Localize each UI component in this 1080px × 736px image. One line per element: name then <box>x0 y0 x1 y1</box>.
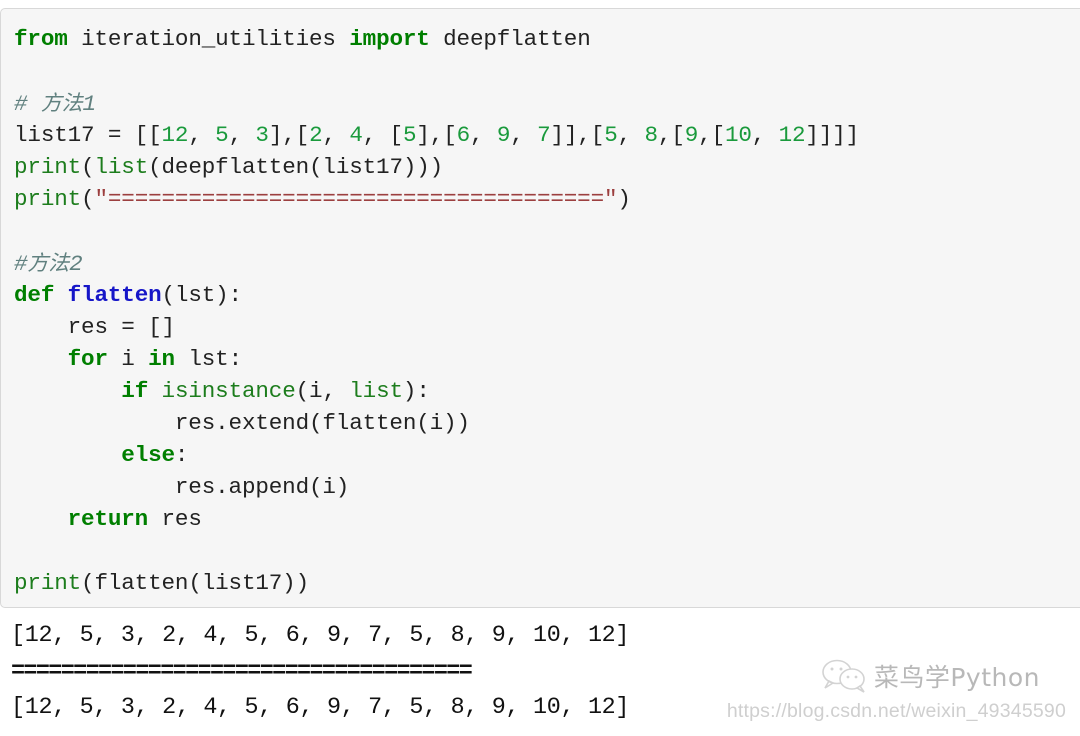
comment-text-cjk: 方法 <box>40 91 83 115</box>
code-line-6: print("=================================… <box>14 186 631 212</box>
code-line-17-blank <box>14 535 1080 567</box>
code-line-7-blank <box>14 215 1080 247</box>
output-line-3: [12, 5, 3, 2, 4, 5, 6, 9, 7, 5, 8, 9, 10… <box>11 695 630 721</box>
output-line-separator: ===================================== <box>11 659 473 685</box>
keyword-else: else <box>121 442 175 468</box>
code-line-16: return res <box>67 506 202 532</box>
code-line-12: if isinstance(i, list): <box>121 378 430 404</box>
output-area: [12, 5, 3, 2, 4, 5, 6, 9, 7, 5, 8, 9, 10… <box>0 612 1080 736</box>
keyword-in: in <box>148 346 175 372</box>
builtin-print: print <box>14 186 82 212</box>
builtin-list: list <box>349 378 403 404</box>
builtin-print: print <box>14 570 82 596</box>
code-line-5: print(list(deepflatten(list17))) <box>14 154 444 180</box>
keyword-from: from <box>14 26 68 52</box>
keyword-return: return <box>67 506 149 532</box>
string-literal-separator: "=====================================" <box>94 186 618 212</box>
output-line-1: [12, 5, 3, 2, 4, 5, 6, 9, 7, 5, 8, 9, 10… <box>11 623 630 649</box>
keyword-if: if <box>121 378 149 404</box>
keyword-def: def <box>14 282 55 308</box>
comment-number: 2 <box>69 251 83 277</box>
code-line-11: for i in lst: <box>67 346 242 372</box>
code-line-2-blank <box>14 55 1080 87</box>
code-line-13: res.extend(flatten(i)) <box>14 410 470 436</box>
comment-number: 1 <box>82 91 97 117</box>
code-block: from iteration_utilities import deepflat… <box>0 8 1080 608</box>
imported-name: deepflatten <box>443 26 591 52</box>
code-line-4: list17 = [[12, 5, 3],[2, 4, [5],[6, 9, 7… <box>14 122 860 148</box>
code-line-18: print(flatten(list17)) <box>14 570 309 596</box>
module-name: iteration_utilities <box>81 26 336 52</box>
keyword-import: import <box>349 26 430 52</box>
code-line-8: #方法2 <box>14 247 1080 279</box>
function-name-flatten: flatten <box>67 282 162 308</box>
code-line-3: # 方法1 <box>14 87 1080 119</box>
keyword-for: for <box>67 346 108 372</box>
comment-text-cjk: 方法 <box>27 251 70 275</box>
builtin-print: print <box>14 154 82 180</box>
code-line-9: def flatten(lst): <box>14 282 242 308</box>
comment-hash: # <box>14 251 28 277</box>
builtin-isinstance: isinstance <box>161 378 296 404</box>
code-line-10: res = [] <box>14 314 175 340</box>
code-line-15: res.append(i) <box>14 474 350 500</box>
builtin-list: list <box>94 154 149 180</box>
comment-hash: # <box>14 91 41 117</box>
code-line-14: else: <box>121 442 189 468</box>
code-line-1: from iteration_utilities import deepflat… <box>14 23 1080 55</box>
